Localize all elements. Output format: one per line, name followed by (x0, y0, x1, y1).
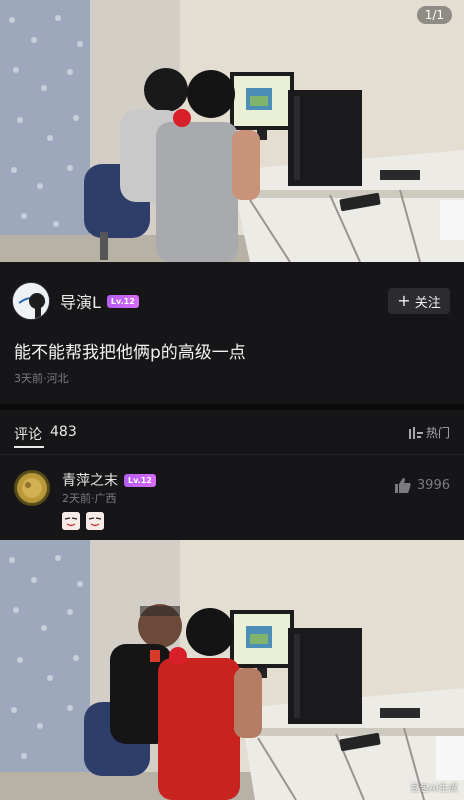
smirk-emoji-icon (62, 512, 80, 530)
commenter-name[interactable]: 青萍之末 (62, 470, 118, 490)
commenter-avatar[interactable] (14, 470, 50, 506)
like-count: 3996 (416, 478, 450, 493)
post-meta: 3天前·河北 (14, 372, 69, 385)
commenter-name-row: 青萍之末 Lv.12 (62, 470, 156, 490)
page-counter: 1/1 (416, 6, 452, 24)
author-name[interactable]: 导演L (60, 289, 101, 313)
comment-emojis (62, 512, 104, 530)
post-text: 能不能帮我把他俩p的高级一点 (14, 343, 246, 363)
ai-watermark: 豆包AI生成 (410, 784, 458, 794)
like-button[interactable]: 3996 (394, 478, 450, 493)
comment-meta: 2天前·广西 (62, 492, 117, 505)
edited-photo-scene (0, 540, 464, 800)
author-level-badge: Lv.12 (106, 294, 139, 308)
sort-button[interactable]: 热门 (408, 424, 450, 441)
sort-icon (408, 426, 423, 439)
edited-photo[interactable]: 豆包AI生成 (0, 540, 464, 800)
comments-section: 评论 483 热门 青萍之末 Lv.12 2天前·广西 3996 (0, 410, 464, 540)
post-card: 导演L Lv.12 + 关注 能不能帮我把他俩p的高级一点 3天前·河北 (0, 262, 464, 404)
comments-label: 评论 (14, 427, 42, 443)
comments-header-divider (0, 454, 464, 455)
sort-label: 热门 (425, 426, 450, 440)
comments-count: 483 (50, 424, 77, 440)
thumbs-up-icon (394, 478, 411, 493)
author-row: 导演L Lv.12 (12, 282, 139, 320)
comment-item: 青萍之末 Lv.12 2天前·广西 3996 (14, 468, 450, 538)
comments-tab[interactable]: 评论 483 (14, 424, 77, 444)
follow-label: 关注 (414, 295, 441, 311)
comments-tab-indicator (14, 446, 44, 448)
author-avatar[interactable] (12, 282, 50, 320)
smirk-emoji-icon (86, 512, 104, 530)
follow-button[interactable]: + 关注 (388, 288, 450, 314)
commenter-level-badge: Lv.12 (124, 473, 156, 487)
plus-icon: + (397, 291, 411, 310)
original-photo[interactable]: 1/1 (0, 0, 464, 262)
original-photo-scene (0, 0, 464, 262)
